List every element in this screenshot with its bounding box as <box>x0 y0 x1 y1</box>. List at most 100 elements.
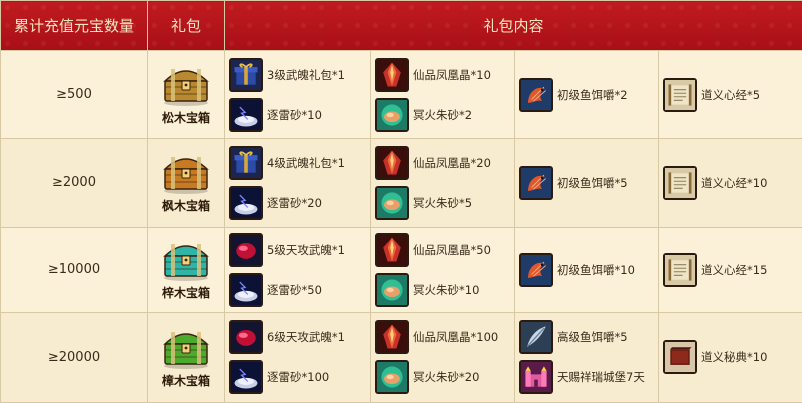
reward-item[interactable]: 逐雷砂*100 <box>229 358 366 396</box>
reward-cell: 仙品凤凰晶*20 冥火朱砂*5 <box>370 138 515 228</box>
chest-cell: 樟木宝箱 <box>147 311 225 403</box>
reward-label: 初级鱼饵嚼*10 <box>557 262 635 277</box>
reward-label: 冥火朱砂*5 <box>413 195 473 210</box>
tier-threshold: ≥20000 <box>0 311 148 403</box>
tier-threshold: ≥2000 <box>0 138 148 228</box>
reward-label: 逐雷砂*100 <box>267 370 330 385</box>
reward-cell: 高级鱼饵嚼*5 天赐祥瑞城堡7天 <box>514 311 659 403</box>
reward-item[interactable]: 道义心经*15 <box>663 251 798 289</box>
reward-item[interactable]: 初级鱼饵嚼*5 <box>519 164 654 202</box>
reward-item[interactable]: 初级鱼饵嚼*2 <box>519 76 654 114</box>
reward-label: 天赐祥瑞城堡7天 <box>557 370 645 385</box>
reward-item[interactable]: 逐雷砂*10 <box>229 96 366 134</box>
reward-item[interactable]: 道义心经*5 <box>663 76 798 114</box>
treasure-chest-icon <box>148 326 224 370</box>
header-amount: 累计充值元宝数量 <box>0 0 148 51</box>
reward-label: 逐雷砂*50 <box>267 282 322 297</box>
reward-label: 逐雷砂*10 <box>267 107 322 122</box>
header-pack: 礼包 <box>147 0 225 51</box>
cinnabar-icon[interactable] <box>375 360 409 395</box>
thunder-sand-icon[interactable] <box>229 97 263 132</box>
secret-book-icon[interactable] <box>663 340 697 375</box>
tier-threshold: ≥10000 <box>0 226 148 313</box>
reward-label: 5级天攻武魄*1 <box>267 242 345 257</box>
reward-item[interactable]: 冥火朱砂*10 <box>375 271 510 309</box>
reward-cell: 6级天攻武魄*1 逐雷砂*100 <box>224 311 371 403</box>
reward-label: 3级武魄礼包*1 <box>267 67 345 82</box>
reward-label: 仙品凤凰晶*50 <box>413 242 491 257</box>
tier-row: ≥2000 枫木宝箱 4级武魄礼包*1 逐雷砂*20 仙品凤凰晶*20 冥火朱砂*5 初级鱼… <box>0 138 802 228</box>
reward-item[interactable]: 天赐祥瑞城堡7天 <box>519 358 654 396</box>
reward-item[interactable]: 初级鱼饵嚼*10 <box>519 251 654 289</box>
feather-bait-icon[interactable] <box>519 320 553 355</box>
reward-item[interactable]: 仙品凤凰晶*10 <box>375 56 510 94</box>
shrimp-bait-icon[interactable] <box>519 252 553 287</box>
reward-item[interactable]: 逐雷砂*20 <box>229 184 366 222</box>
red-gem-icon[interactable] <box>229 232 263 267</box>
cinnabar-icon[interactable] <box>375 185 409 220</box>
treasure-chest-icon <box>148 238 224 282</box>
thunder-sand-icon[interactable] <box>229 185 263 220</box>
reward-label: 冥火朱砂*10 <box>413 282 480 297</box>
reward-label: 冥火朱砂*20 <box>413 370 480 385</box>
reward-cell: 仙品凤凰晶*50 冥火朱砂*10 <box>370 226 515 313</box>
reward-item[interactable]: 逐雷砂*50 <box>229 271 366 309</box>
reward-item[interactable]: 仙品凤凰晶*20 <box>375 144 510 182</box>
gift-box-icon[interactable] <box>229 57 263 92</box>
thunder-sand-icon[interactable] <box>229 272 263 307</box>
reward-label: 高级鱼饵嚼*5 <box>557 330 628 345</box>
red-gem-icon[interactable] <box>229 320 263 355</box>
reward-label: 道义心经*10 <box>701 175 768 190</box>
scroll-book-icon[interactable] <box>663 77 697 112</box>
reward-item[interactable]: 冥火朱砂*5 <box>375 184 510 222</box>
reward-label: 初级鱼饵嚼*5 <box>557 175 628 190</box>
scroll-book-icon[interactable] <box>663 165 697 200</box>
reward-cell: 道义心经*5 <box>657 49 802 140</box>
cinnabar-icon[interactable] <box>375 272 409 307</box>
chest-cell: 梓木宝箱 <box>147 226 225 313</box>
reward-item[interactable]: 高级鱼饵嚼*5 <box>519 318 654 356</box>
reward-label: 仙品凤凰晶*10 <box>413 67 491 82</box>
shrimp-bait-icon[interactable] <box>519 165 553 200</box>
phoenix-crystal-icon[interactable] <box>375 232 409 267</box>
reward-cell: 5级天攻武魄*1 逐雷砂*50 <box>224 226 371 313</box>
reward-cell: 4级武魄礼包*1 逐雷砂*20 <box>224 138 371 228</box>
reward-item[interactable]: 3级武魄礼包*1 <box>229 56 366 94</box>
reward-item[interactable]: 道义秘典*10 <box>663 338 798 376</box>
reward-item[interactable]: 道义心经*10 <box>663 164 798 202</box>
reward-cell: 道义秘典*10 <box>657 311 802 403</box>
shrimp-bait-icon[interactable] <box>519 77 553 112</box>
tier-row: ≥500 松木宝箱 3级武魄礼包*1 逐雷砂*10 仙品凤凰晶*10 冥火朱砂*2 初级鱼饵… <box>0 49 802 140</box>
reward-label: 仙品凤凰晶*20 <box>413 155 491 170</box>
reward-label: 4级武魄礼包*1 <box>267 155 345 170</box>
tier-row: ≥10000 梓木宝箱 5级天攻武魄*1 逐雷砂*50 仙品凤凰晶*50 冥火朱砂*10 初… <box>0 226 802 313</box>
reward-item[interactable]: 仙品凤凰晶*100 <box>375 318 510 356</box>
reward-item[interactable]: 冥火朱砂*2 <box>375 96 510 134</box>
thunder-sand-icon[interactable] <box>229 360 263 395</box>
reward-cell: 初级鱼饵嚼*2 <box>514 49 659 140</box>
tier-row: ≥20000 樟木宝箱 6级天攻武魄*1 逐雷砂*100 仙品凤凰晶*100 冥火朱砂*2… <box>0 311 802 403</box>
reward-cell: 道义心经*15 <box>657 226 802 313</box>
reward-item[interactable]: 冥火朱砂*20 <box>375 358 510 396</box>
castle-icon[interactable] <box>519 360 553 395</box>
reward-label: 道义心经*15 <box>701 262 768 277</box>
reward-cell: 初级鱼饵嚼*5 <box>514 138 659 228</box>
reward-table: 累计充值元宝数量 礼包 礼包内容 ≥500 松木宝箱 3级武魄礼包*1 逐雷砂*10 仙… <box>0 0 802 403</box>
gift-box-icon[interactable] <box>229 145 263 180</box>
reward-label: 冥火朱砂*2 <box>413 107 473 122</box>
chest-name: 梓木宝箱 <box>161 286 210 301</box>
scroll-book-icon[interactable] <box>663 252 697 287</box>
reward-label: 逐雷砂*20 <box>267 195 322 210</box>
reward-item[interactable]: 6级天攻武魄*1 <box>229 318 366 356</box>
chest-cell: 松木宝箱 <box>147 49 225 140</box>
reward-label: 仙品凤凰晶*100 <box>413 330 499 345</box>
reward-item[interactable]: 4级武魄礼包*1 <box>229 144 366 182</box>
cinnabar-icon[interactable] <box>375 97 409 132</box>
reward-item[interactable]: 仙品凤凰晶*50 <box>375 231 510 269</box>
phoenix-crystal-icon[interactable] <box>375 57 409 92</box>
phoenix-crystal-icon[interactable] <box>375 320 409 355</box>
phoenix-crystal-icon[interactable] <box>375 145 409 180</box>
reward-item[interactable]: 5级天攻武魄*1 <box>229 231 366 269</box>
reward-cell: 仙品凤凰晶*10 冥火朱砂*2 <box>370 49 515 140</box>
reward-label: 道义心经*5 <box>701 87 761 102</box>
